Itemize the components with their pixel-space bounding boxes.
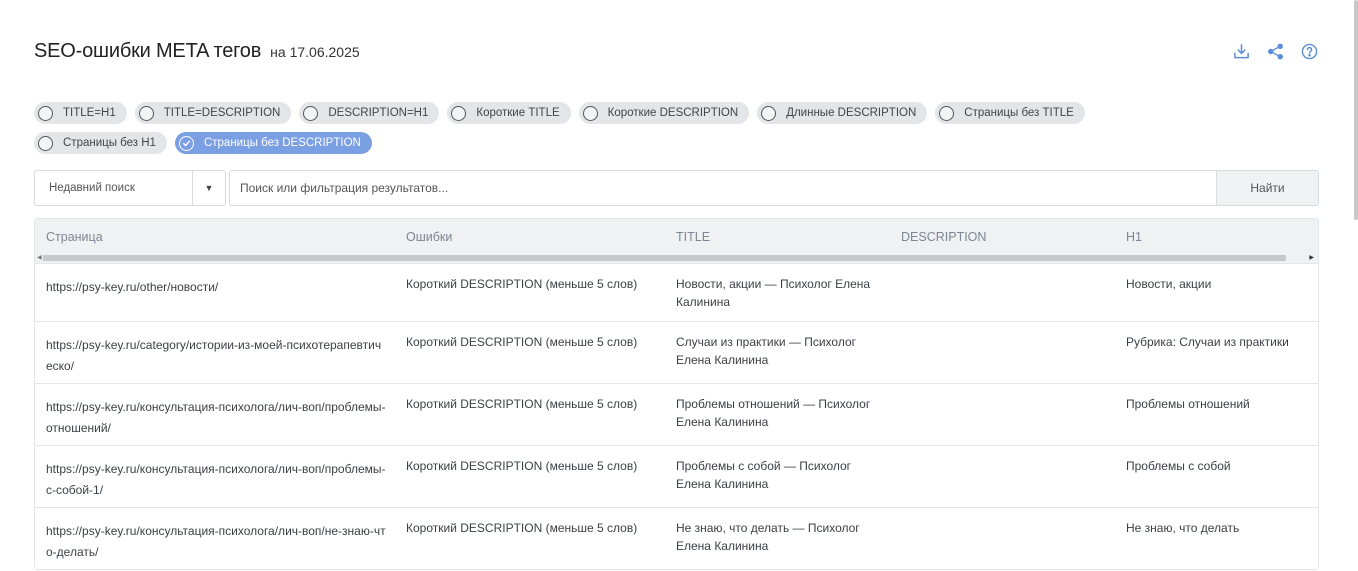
- horizontal-scrollbar[interactable]: ◀ ▶: [35, 254, 1318, 262]
- radio-icon: [303, 105, 319, 121]
- radio-icon: [38, 105, 53, 121]
- page-cell[interactable]: https://psy-key.ru/other/новости/: [46, 277, 386, 298]
- share-icon[interactable]: [1266, 42, 1284, 60]
- filter-chip[interactable]: Короткие TITLE: [447, 102, 571, 124]
- filter-chip-label: Длинные DESCRIPTION: [786, 107, 917, 119]
- table-row[interactable]: https://psy-key.ru/консультация-психолог…: [35, 445, 1318, 507]
- help-icon[interactable]: [1300, 42, 1318, 60]
- h1-cell: Рубрика: Случаи из практики: [1126, 335, 1289, 349]
- report-date: на 17.06.2025: [270, 44, 360, 60]
- filter-chip-label: Страницы без DESCRIPTION: [203, 137, 361, 149]
- radio-icon: [38, 135, 53, 151]
- table-row[interactable]: https://psy-key.ru/консультация-психолог…: [35, 507, 1318, 569]
- title-cell: Проблемы отношений — Психолог Елена Кали…: [676, 397, 871, 429]
- page-title: SEO-ошибки META тегов: [34, 40, 262, 62]
- column-header-page[interactable]: Страница: [46, 230, 103, 244]
- search-bar: Недавний поиск ▼ Найти: [34, 170, 1319, 206]
- title-cell: Новости, акции — Психолог Елена Калинина: [676, 277, 871, 309]
- error-cell: Короткий DESCRIPTION (меньше 5 слов): [406, 335, 638, 349]
- table-row[interactable]: https://psy-key.ru/консультация-психолог…: [35, 383, 1318, 445]
- page-cell[interactable]: https://psy-key.ru/консультация-психолог…: [46, 459, 386, 501]
- table-header: Страница Ошибки TITLE DESCRIPTION H1 ◀ ▶: [35, 219, 1318, 263]
- page-cell[interactable]: https://psy-key.ru/category/истории-из-м…: [46, 335, 386, 377]
- filter-chip[interactable]: Страницы без H1: [34, 132, 167, 154]
- download-icon[interactable]: [1232, 42, 1250, 60]
- filter-chip-label: Короткие TITLE: [476, 107, 560, 119]
- table-body: https://psy-key.ru/other/новости/Коротки…: [35, 263, 1318, 569]
- filter-chip[interactable]: Страницы без TITLE: [935, 102, 1085, 124]
- filter-chip-label: TITLE=DESCRIPTION: [163, 107, 281, 119]
- error-cell: Короткий DESCRIPTION (меньше 5 слов): [406, 521, 638, 535]
- column-header-h1[interactable]: H1: [1126, 230, 1142, 244]
- radio-icon: [582, 105, 598, 121]
- radio-icon: [761, 105, 777, 121]
- filter-chip-label: Короткие DESCRIPTION: [607, 107, 739, 119]
- scrollbar-thumb[interactable]: [43, 255, 1286, 261]
- error-cell: Короткий DESCRIPTION (меньше 5 слов): [406, 397, 638, 411]
- filter-chip[interactable]: Короткие DESCRIPTION: [578, 102, 750, 124]
- title-cell: Случаи из практики — Психолог Елена Кали…: [676, 335, 857, 367]
- error-cell: Короткий DESCRIPTION (меньше 5 слов): [406, 459, 638, 473]
- column-header-description[interactable]: DESCRIPTION: [901, 230, 986, 244]
- radio-icon: [451, 105, 467, 121]
- filter-chip[interactable]: DESCRIPTION=H1: [299, 102, 440, 124]
- filter-chip[interactable]: Длинные DESCRIPTION: [757, 102, 928, 124]
- filter-chip-label: TITLE=H1: [63, 107, 116, 119]
- error-cell: Короткий DESCRIPTION (меньше 5 слов): [406, 277, 638, 291]
- h1-cell: Новости, акции: [1126, 277, 1212, 291]
- scroll-left-icon[interactable]: ◀: [37, 254, 42, 262]
- table-row[interactable]: https://psy-key.ru/other/новости/Коротки…: [35, 263, 1318, 321]
- check-icon: [178, 135, 194, 151]
- column-header-title[interactable]: TITLE: [676, 230, 710, 244]
- filter-chip-label: DESCRIPTION=H1: [328, 107, 429, 119]
- results-table: Страница Ошибки TITLE DESCRIPTION H1 ◀ ▶…: [34, 218, 1319, 570]
- filter-chip-label: Страницы без H1: [63, 137, 156, 149]
- h1-cell: Не знаю, что делать: [1126, 521, 1240, 535]
- vertical-scrollbar[interactable]: [1354, 0, 1358, 220]
- radio-icon: [138, 105, 154, 121]
- title-cell: Не знаю, что делать — Психолог Елена Кал…: [676, 521, 860, 553]
- filter-chip-label: Страницы без TITLE: [964, 107, 1074, 119]
- filter-chip[interactable]: TITLE=DESCRIPTION: [134, 102, 292, 124]
- h1-cell: Проблемы с собой: [1126, 459, 1231, 473]
- page-header: SEO-ошибки META тегов на 17.06.2025: [34, 40, 360, 63]
- filter-chip[interactable]: TITLE=H1: [34, 102, 127, 124]
- column-header-errors[interactable]: Ошибки: [406, 230, 452, 244]
- h1-cell: Проблемы отношений: [1126, 397, 1250, 411]
- page-cell[interactable]: https://psy-key.ru/консультация-психолог…: [46, 397, 386, 439]
- recent-search-dropdown[interactable]: Недавний поиск: [34, 170, 192, 206]
- page-cell[interactable]: https://psy-key.ru/консультация-психолог…: [46, 521, 386, 563]
- title-cell: Проблемы с собой — Психолог Елена Калини…: [676, 459, 852, 491]
- filter-chips: TITLE=H1 TITLE=DESCRIPTION DESCRIPTION=H1 К…: [34, 102, 1214, 154]
- radio-icon: [939, 105, 955, 121]
- find-button[interactable]: Найти: [1216, 170, 1319, 206]
- scroll-right-icon[interactable]: ▶: [1309, 254, 1314, 262]
- chevron-down-icon[interactable]: ▼: [192, 170, 226, 206]
- search-input[interactable]: [229, 170, 1216, 206]
- toolbar: [1232, 42, 1318, 60]
- table-row[interactable]: https://psy-key.ru/category/истории-из-м…: [35, 321, 1318, 383]
- filter-chip[interactable]: Страницы без DESCRIPTION: [174, 132, 372, 154]
